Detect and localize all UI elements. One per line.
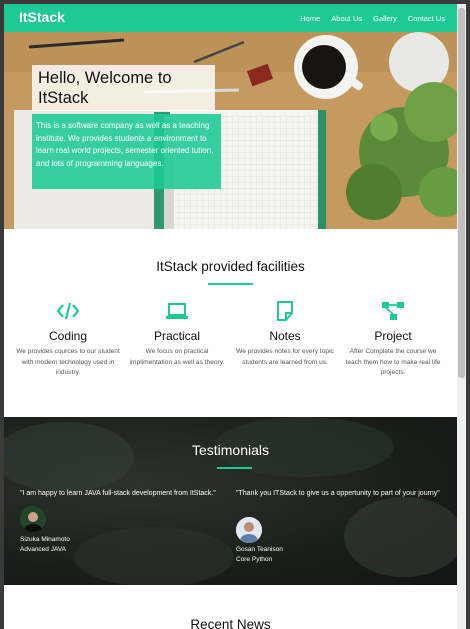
hero-banner: Hello, Welcome to ItStack This is a soft… (4, 32, 457, 229)
hero-title-box: Hello, Welcome to ItStack (32, 65, 215, 111)
navbar: ItStack Home About Us Gallery Contact Us (4, 4, 457, 32)
testimonial-author-course: Core Python (236, 556, 273, 563)
testimonial-quote: "Thank you ITStack to give us a oppertun… (236, 490, 440, 497)
feature-description: We focus on practical implimentation as … (129, 348, 225, 366)
nav-links: Home About Us Gallery Contact Us (300, 14, 445, 23)
testimonials-section: Testimonials "I am happy to learn JAVA f… (4, 417, 457, 585)
avatar (20, 506, 46, 532)
testimonials-title-underline (217, 467, 252, 469)
feature-title: Coding (48, 329, 88, 343)
page-scrollbar[interactable] (457, 4, 466, 629)
facilities-title: ItStack provided facilities (156, 259, 305, 274)
nav-link-home[interactable]: Home (300, 14, 320, 23)
hero-title: Hello, Welcome to ItStack (38, 69, 172, 107)
feature-title: Notes (269, 329, 301, 343)
hero-description: This is a software company as well as a … (36, 121, 214, 168)
brand-logo[interactable]: ItStack (19, 9, 65, 25)
feature-coding: Coding We provides cources to our studen… (16, 300, 120, 379)
browser-viewport: ItStack Home About Us Gallery Contact Us (4, 4, 457, 629)
facilities-title-underline (208, 283, 253, 285)
avatar (236, 517, 262, 543)
person-avatar-icon (20, 506, 46, 532)
nav-link-contact[interactable]: Contact Us (408, 14, 445, 23)
recent-news-section: Recent News (4, 585, 457, 629)
feature-title: Practical (153, 329, 200, 343)
feature-practical: Practical We focus on practical implimen… (125, 300, 229, 368)
recent-news-title: Recent News (190, 617, 271, 629)
person-avatar-icon (236, 517, 262, 543)
testimonials-title: Testimonials (191, 442, 270, 458)
laptop-icon (166, 303, 188, 319)
feature-description: We provides notes for every topic studen… (236, 348, 334, 366)
feature-project: Project After Complete the course we tea… (341, 300, 445, 379)
scrollbar-thumb[interactable] (458, 8, 465, 378)
project-diagram-icon (382, 302, 404, 320)
testimonial-author-course: Advanced JAVA (20, 546, 67, 553)
nav-link-about[interactable]: About Us (331, 14, 362, 23)
nav-link-gallery[interactable]: Gallery (373, 14, 397, 23)
feature-description: After Complete the course we teach them … (345, 348, 441, 376)
feature-title: Project (374, 329, 412, 343)
code-icon (56, 302, 80, 320)
feature-notes: Notes We provides notes for every topic … (233, 300, 337, 368)
note-icon (277, 301, 293, 321)
testimonial-quote: "I am happy to learn JAVA full-stack dev… (20, 490, 216, 497)
hero-description-box: This is a software company as well as a … (32, 114, 221, 189)
feature-description: We provides cources to our student with … (16, 348, 120, 376)
